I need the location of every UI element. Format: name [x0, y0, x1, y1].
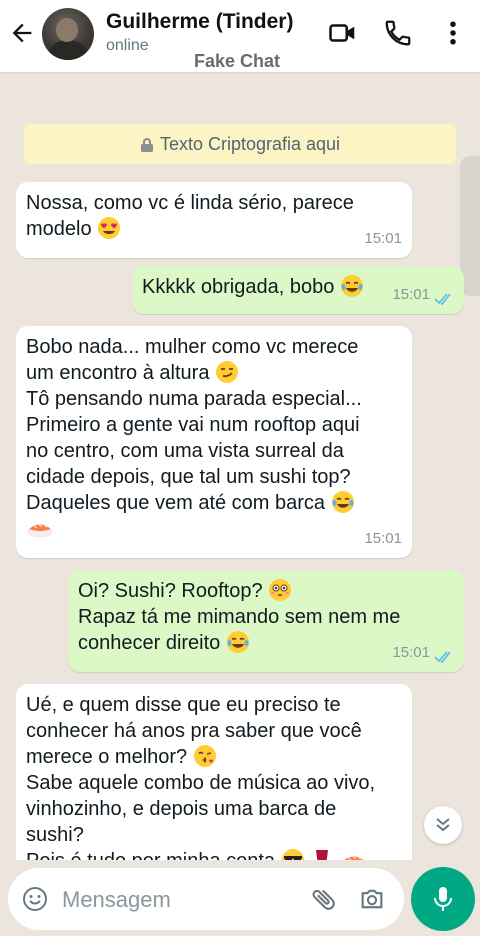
message-text: Nossa, como vc é linda sério, parece mod…: [26, 192, 354, 240]
camera-icon[interactable]: [358, 885, 386, 913]
chat-area[interactable]: Texto Criptografia aqui Nossa, como vc é…: [0, 72, 480, 860]
more-vert-icon[interactable]: [438, 18, 468, 48]
lock-icon: [140, 138, 153, 153]
message-text-continued: Sabe aquele combo de música ao vivo, vin…: [26, 772, 376, 846]
message-text: Bobo nada... mulher como vc merece um en…: [26, 336, 359, 384]
emoji-icon[interactable]: [22, 886, 48, 912]
message-text: Kkkkk obrigada, bobo: [142, 276, 335, 298]
attach-icon[interactable]: [310, 885, 338, 913]
sushi-emoji: [344, 856, 364, 860]
contact-status: online: [106, 37, 149, 54]
message-outgoing[interactable]: Oi? Sushi? Rooftop? Rapaz tá me mimando …: [68, 570, 464, 672]
message-time: 15:01: [392, 286, 430, 303]
tears-of-joy-emoji: [226, 631, 249, 653]
read-ticks-icon: [434, 651, 451, 664]
message-text-continued: Tô pensando numa parada especial... Prim…: [26, 388, 362, 514]
sunglasses-emoji: [281, 849, 304, 860]
sushi-emoji: [27, 524, 53, 538]
video-call-icon[interactable]: [328, 18, 358, 48]
encryption-notice-text: Texto Criptografia aqui: [159, 134, 341, 154]
message-text-continued: Pois é tudo por minha conta: [26, 850, 275, 860]
message-incoming[interactable]: Bobo nada... mulher como vc merece um en…: [16, 326, 412, 558]
chat-header: Guilherme (Tinder) online Fake Chat: [0, 0, 480, 72]
message-time: 15:01: [364, 530, 402, 547]
smirk-emoji: [216, 361, 238, 383]
fake-chat-label: Fake Chat: [194, 51, 281, 71]
message-incoming[interactable]: Nossa, como vc é linda sério, parece mod…: [16, 182, 412, 258]
encryption-notice[interactable]: Texto Criptografia aqui: [24, 124, 456, 164]
back-arrow-icon[interactable]: [8, 18, 36, 48]
mic-icon: [434, 887, 452, 911]
kiss-emoji: [193, 745, 216, 767]
double-chevron-down-icon: [436, 818, 450, 832]
message-time: 15:01: [364, 230, 402, 247]
message-composer: [8, 868, 404, 930]
voice-record-button[interactable]: [411, 867, 475, 931]
contact-name[interactable]: Guilherme (Tinder): [106, 10, 293, 34]
flushed-emoji: [269, 579, 292, 601]
phone-icon[interactable]: [383, 18, 413, 48]
read-ticks-icon: [434, 293, 451, 306]
contact-avatar[interactable]: [42, 8, 94, 60]
message-input[interactable]: [62, 887, 292, 913]
message-time: 15:01: [392, 644, 430, 661]
heart-eyes-emoji: [98, 217, 121, 239]
tears-of-joy-emoji: [331, 491, 354, 513]
tears-of-joy-emoji: [340, 275, 363, 297]
message-outgoing[interactable]: Kkkkk obrigada, bobo 15:01: [132, 266, 464, 314]
wine-emoji: [316, 850, 329, 860]
message-incoming[interactable]: Ué, e quem disse que eu preciso te conhe…: [16, 684, 412, 860]
scroll-to-bottom-button[interactable]: [424, 806, 462, 844]
message-text: Oi? Sushi? Rooftop?: [78, 580, 263, 602]
